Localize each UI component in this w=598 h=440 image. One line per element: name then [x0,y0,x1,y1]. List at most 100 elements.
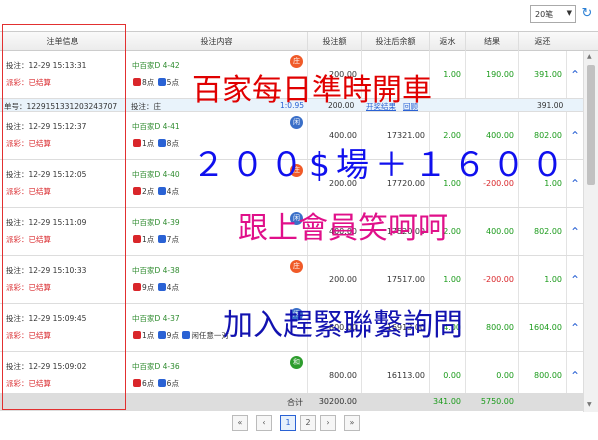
first-page-button[interactable]: « [232,415,248,431]
col-header-amount: 投注额 [307,32,361,51]
promo-text-line4: 加入趕緊聯繫詢問 [223,308,463,343]
return-cell: 1604.00 [518,304,566,351]
refresh-icon[interactable]: ↻ [579,5,595,23]
banker-marker-icon [133,139,141,147]
game-round: 中百家D 4-41 [132,122,180,131]
banker-points: 1点 [142,139,155,148]
totals-label: 合计 [287,398,303,407]
page-size-select[interactable]: 20笔 ▼ [530,5,576,23]
pair-marker-icon [182,331,191,339]
game-round: 中百家D 4-42 [132,61,180,70]
chevron-expand-icon[interactable]: ⌃ [570,68,580,82]
banker-points: 1点 [142,235,155,244]
banker-marker-icon [133,283,141,291]
page-size-value: 20笔 [535,10,554,19]
outcome-badge: 闲 [290,116,303,129]
promo-text-line2: ２００$場＋１６００ [192,145,570,184]
card-result: 1点 7点 [132,234,179,245]
balance-cell: 17517.00 [361,256,429,303]
expand-cell[interactable]: ⌃ [566,304,583,351]
expand-cell[interactable]: ⌃ [566,51,583,98]
player-points: 9点 [166,331,179,340]
col-header-bet-content: 投注内容 [125,32,307,51]
player-points: 4点 [166,283,179,292]
totals-rebate: 341.00 [433,397,461,406]
banker-points: 1点 [142,331,155,340]
banker-points: 2点 [142,187,155,196]
result-cell: 400.00 [465,208,518,255]
player-points: 6点 [166,379,179,388]
chevron-expand-icon[interactable]: ⌃ [570,273,580,287]
player-marker-icon [157,139,166,147]
game-round: 中百家D 4-36 [132,362,180,371]
expand-cell[interactable]: ⌃ [566,352,583,399]
player-marker-icon [157,331,166,339]
amount-cell: 200.00 [307,256,361,303]
amount-cell: 800.00 [307,352,361,399]
scroll-down-icon[interactable]: ▼ [587,401,592,408]
rebate-cell: 0.00 [429,352,465,399]
card-result: 2点 4点 [132,186,179,197]
highlight-box [2,24,126,410]
banker-marker-icon [133,78,141,86]
rebate-cell: 1.00 [429,51,465,98]
last-page-button[interactable]: » [344,415,360,431]
player-points: 5点 [166,78,179,87]
banker-marker-icon [133,187,141,195]
result-cell: -200.00 [465,256,518,303]
return-cell: 802.00 [518,208,566,255]
banker-marker-icon [133,379,141,387]
card-result: 6点 6点 [132,378,179,389]
chevron-expand-icon[interactable]: ⌃ [570,129,580,143]
totals-result: 5750.00 [480,397,514,406]
scroll-up-icon[interactable]: ▲ [587,53,592,60]
page-2-button[interactable]: 2 [300,415,316,431]
chevron-down-icon: ▼ [566,9,572,17]
vertical-scrollbar[interactable]: ▲ ▼ [583,51,598,412]
col-header-balance: 投注后余额 [361,32,429,51]
game-round: 中百家D 4-38 [132,266,180,275]
player-marker-icon [157,78,166,86]
bet-content-cell: 中百家D 4-38 9点 4点 庄 [125,256,307,303]
expand-cell[interactable]: ⌃ [566,208,583,255]
page-1-button[interactable]: 1 [280,415,296,431]
banker-marker-icon [133,331,141,339]
totals-amount: 30200.00 [318,397,357,406]
player-marker-icon [157,379,166,387]
expand-cell[interactable]: ⌃ [566,256,583,303]
banker-points: 9点 [142,283,155,292]
return-cell: 1.00 [518,256,566,303]
player-points: 7点 [166,235,179,244]
card-result: 8点 5点 [132,77,179,88]
promo-text-line3: 跟上會員笑呵呵 [238,211,448,246]
card-result: 1点 8点 [132,138,179,149]
chevron-expand-icon[interactable]: ⌃ [570,369,580,383]
result-cell: 0.00 [465,352,518,399]
prev-page-button[interactable]: ‹ [256,415,272,431]
player-marker-icon [157,187,166,195]
player-marker-icon [157,283,166,291]
chevron-expand-icon[interactable]: ⌃ [570,177,580,191]
next-page-button[interactable]: › [320,415,336,431]
return-cell: 391.00 [518,51,566,98]
scrollbar-thumb[interactable] [587,65,595,185]
game-round: 中百家D 4-39 [132,218,180,227]
bet-content-cell: 中百家D 4-36 6点 6点 和 [125,352,307,399]
balance-cell: 16113.00 [361,352,429,399]
card-result: 1点 9点 闲任意一对 [132,330,229,341]
player-points: 4点 [166,187,179,196]
result-cell: 800.00 [465,304,518,351]
col-header-return: 返还 [518,32,566,51]
banker-points: 8点 [142,78,155,87]
game-round: 中百家D 4-37 [132,314,180,323]
chevron-expand-icon[interactable]: ⌃ [570,321,580,335]
result-cell: 190.00 [465,51,518,98]
player-marker-icon [157,235,166,243]
chevron-expand-icon[interactable]: ⌃ [570,225,580,239]
banker-marker-icon [133,235,141,243]
game-round: 中百家D 4-40 [132,170,180,179]
promo-text-line1: 百家每日準時開車 [192,73,432,108]
col-header-rebate: 返水 [429,32,465,51]
outcome-badge: 和 [290,356,303,369]
player-points: 8点 [166,139,179,148]
